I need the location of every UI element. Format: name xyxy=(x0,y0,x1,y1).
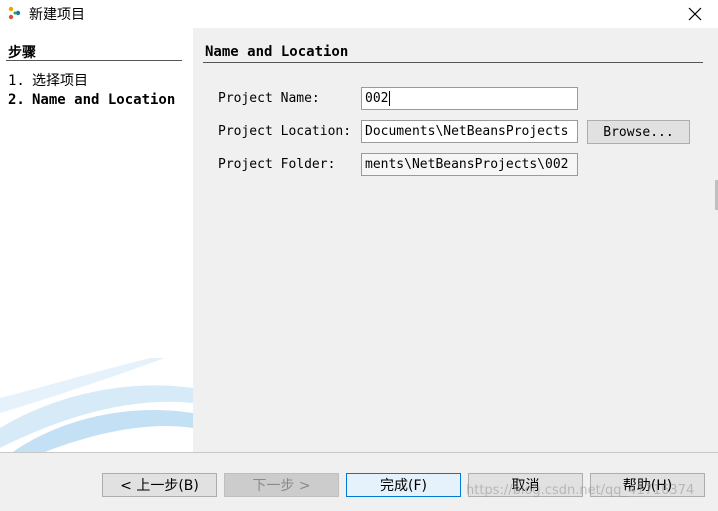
button-bar: < 上一步(B) 下一步 > 完成(F) 取消 帮助(H) https://bl… xyxy=(0,452,718,511)
project-name-value: 002 xyxy=(365,91,389,106)
decorative-swoosh xyxy=(0,358,193,452)
section-heading: Name and Location xyxy=(205,44,349,60)
step-label: 选择项目 xyxy=(32,73,88,89)
browse-button[interactable]: Browse... xyxy=(587,120,690,144)
finish-button[interactable]: 完成(F) xyxy=(346,473,461,497)
close-icon xyxy=(688,7,702,21)
step-item-name-location: 2. Name and Location xyxy=(8,91,182,109)
netbeans-cube-icon xyxy=(8,6,21,20)
steps-divider xyxy=(6,60,182,61)
step-number: 1. xyxy=(8,73,25,89)
window-title: 新建项目 xyxy=(29,7,85,23)
project-folder-label: Project Folder: xyxy=(218,157,336,172)
back-button[interactable]: < 上一步(B) xyxy=(102,473,217,497)
project-name-label: Project Name: xyxy=(218,91,320,106)
project-name-input[interactable]: 002 xyxy=(361,87,578,110)
steps-heading: 步骤 xyxy=(8,45,36,61)
text-caret xyxy=(389,91,391,106)
step-number: 2. xyxy=(8,92,25,108)
close-button[interactable] xyxy=(672,0,718,28)
content-panel: Name and Location Project Name: 002 Proj… xyxy=(193,28,718,452)
section-divider xyxy=(203,62,703,63)
project-location-input[interactable]: Documents\NetBeansProjects xyxy=(361,120,578,143)
step-label: Name and Location xyxy=(32,92,176,108)
next-button[interactable]: 下一步 > xyxy=(224,473,339,497)
watermark-text: https://blog.csdn.net/qq_41716374 xyxy=(466,483,695,498)
steps-panel: 步骤 1. 选择项目 2. Name and Location xyxy=(0,28,193,452)
project-folder-field[interactable]: ments\NetBeansProjects\002 xyxy=(361,153,578,176)
title-bar: 新建项目 xyxy=(0,0,718,28)
project-location-label: Project Location: xyxy=(218,124,352,139)
step-item-choose-project: 1. 选择项目 xyxy=(8,72,182,90)
